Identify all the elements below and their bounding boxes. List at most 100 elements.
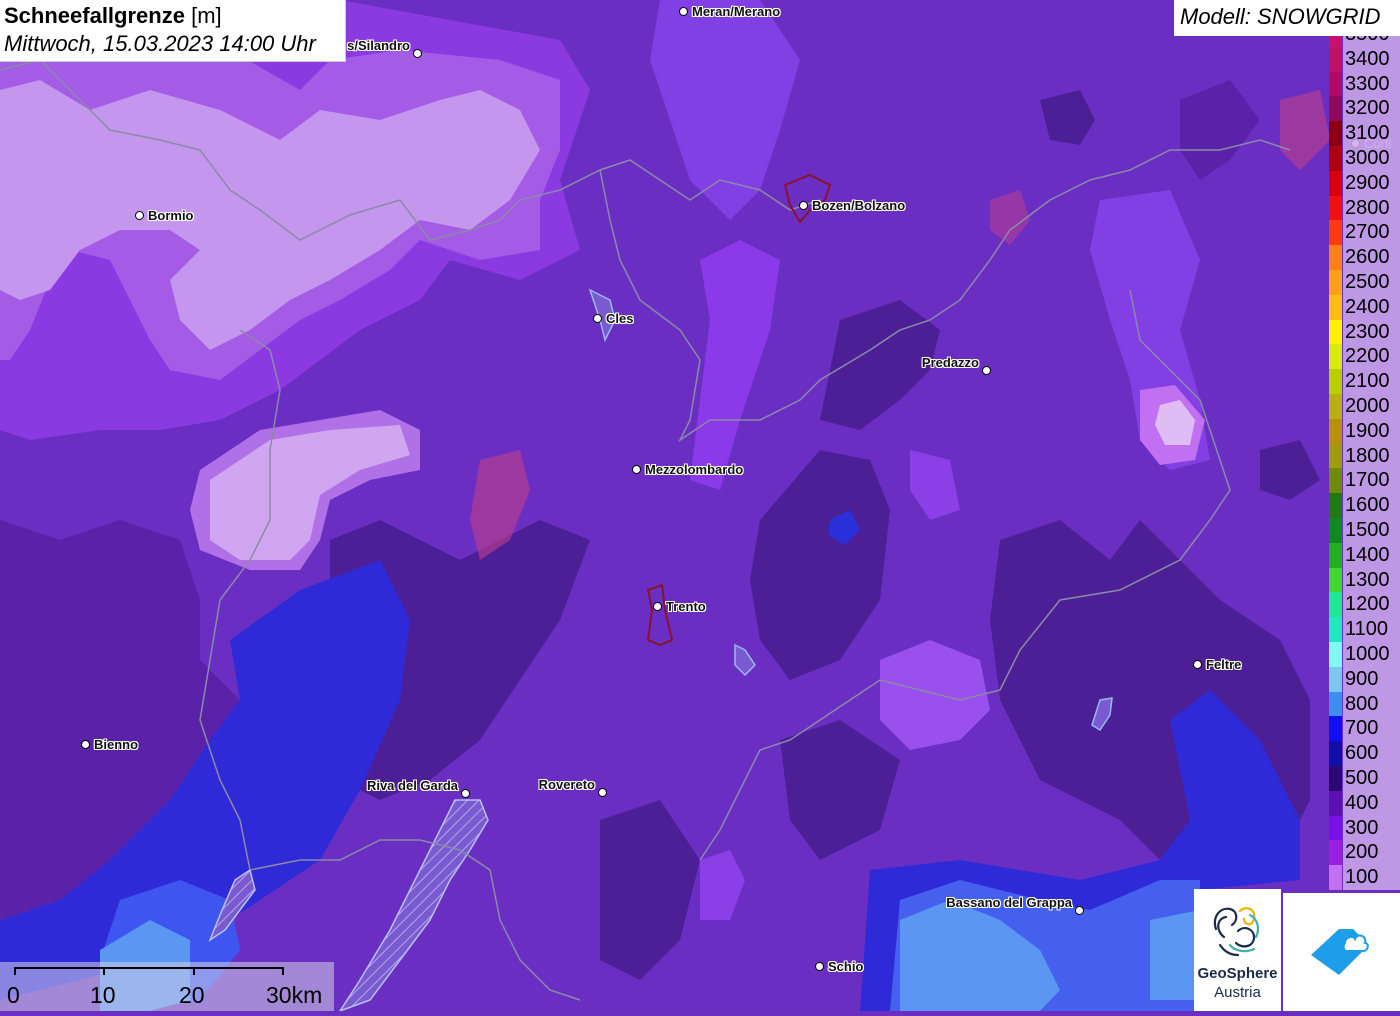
legend-swatch [1329,170,1342,196]
title-unit: [m] [191,3,222,28]
legend-swatch [1329,790,1342,816]
legend-swatch [1329,567,1342,593]
legend-swatch [1329,71,1342,97]
legend-label: 3400 [1343,46,1400,72]
city-label: Bassano del Grappa [946,895,1072,910]
legend-label: 2500 [1343,270,1400,295]
legend-label: 2600 [1343,245,1400,270]
legend-item: 2400 [1329,294,1400,320]
city-marker [1193,660,1202,669]
model-label: Modell: SNOWGRID [1174,0,1400,36]
city-label: Riva del Garda [366,778,458,793]
city-marker [982,366,991,375]
legend-item: 300 [1329,815,1400,841]
scale-label: 0 [7,982,20,1008]
map-canvas[interactable] [0,0,1400,1011]
legend-label: 1700 [1343,468,1400,494]
legend-label: 1600 [1343,493,1400,518]
legend-swatch [1329,46,1342,72]
legend-label: 100 [1343,865,1400,890]
legend-item: 1500 [1329,518,1400,543]
app-logo[interactable] [1283,893,1400,1011]
geosphere-emblem-icon [1213,907,1260,957]
legend-label: 2100 [1343,369,1400,394]
legend-item: 100 [1329,865,1400,890]
legend-item: 2800 [1329,195,1400,221]
legend-item: 900 [1329,666,1400,692]
legend-swatch [1329,394,1342,419]
legend-swatch [1329,96,1342,122]
legend-swatch [1329,716,1342,742]
city-label: Predazzo [921,355,979,370]
city-marker [598,788,607,797]
city-marker [1075,906,1084,915]
city-marker [81,740,90,749]
legend-label: 2800 [1343,195,1400,221]
legend-item: 2300 [1329,319,1400,345]
legend-item: 1200 [1329,592,1400,618]
legend-item: 2900 [1329,170,1400,196]
legend-label: 1200 [1343,592,1400,618]
legend-swatch [1329,666,1342,692]
city-label: Cles [606,311,634,326]
legend-label: 2900 [1343,170,1400,196]
city-marker [679,7,688,16]
legend-swatch [1329,741,1342,766]
city-marker [799,201,808,210]
legend-swatch [1329,493,1342,518]
weather-app-icon [1311,929,1369,975]
legend-item: 3400 [1329,46,1400,72]
legend-swatch [1329,468,1342,494]
legend-label: 1000 [1343,642,1400,667]
map-title-box: Schneefallgrenze [m] Mittwoch, 15.03.202… [0,0,346,62]
city-label: s/Silandro [347,38,410,53]
geosphere-logo-subtext: Austria [1214,984,1261,1001]
legend-swatch [1329,344,1342,370]
legend-label: 1400 [1343,542,1400,568]
legend-item: 3000 [1329,146,1400,171]
legend-swatch [1329,319,1342,345]
scale-label: 20 [179,982,205,1008]
legend-item: 1000 [1329,642,1400,667]
city-label: Bienno [94,737,139,752]
geosphere-logo[interactable]: GeoSphere Austria [1194,889,1281,1011]
legend-swatch [1329,443,1342,469]
legend-swatch [1329,369,1342,394]
legend-swatch [1329,518,1342,543]
scale-bar: 0 10 20 30km [0,962,334,1011]
legend-label: 2300 [1343,319,1400,345]
legend-label: 2400 [1343,294,1400,320]
legend-swatch [1329,592,1342,618]
legend-item: 600 [1329,741,1400,766]
legend-label: 3200 [1343,96,1400,122]
legend-item: 800 [1329,691,1400,717]
scale-tick [103,967,105,975]
scale-label: 30km [266,982,323,1008]
scale-tick [282,967,284,975]
color-legend: 3500 3400 3300 3200 3100 3000 2900 2800 2700 2600… [1329,34,1400,892]
legend-item: 700 [1329,716,1400,742]
city-label: Schio [828,959,864,974]
legend-label: 900 [1343,666,1400,692]
legend-swatch [1329,195,1342,221]
legend-swatch [1329,121,1342,146]
legend-item: 200 [1329,840,1400,866]
legend-item: 2000 [1329,394,1400,419]
legend-label: 1800 [1343,443,1400,469]
legend-label: 1100 [1343,617,1400,642]
scale-tick [14,967,16,975]
legend-item: 3200 [1329,96,1400,122]
legend-swatch [1329,815,1342,841]
legend-swatch [1329,840,1342,866]
legend-item: 2700 [1329,220,1400,246]
legend-item: 1100 [1329,617,1400,642]
geosphere-logo-text: GeoSphere [1197,965,1278,982]
city-label: Bormio [148,208,194,223]
city-label: Trento [666,599,706,614]
legend-swatch [1329,691,1342,717]
city-label: Meran/Merano [692,4,781,19]
legend-label: 1500 [1343,518,1400,543]
legend-item: 1300 [1329,567,1400,593]
scale-tick [193,967,195,975]
legend-item: 1400 [1329,542,1400,568]
